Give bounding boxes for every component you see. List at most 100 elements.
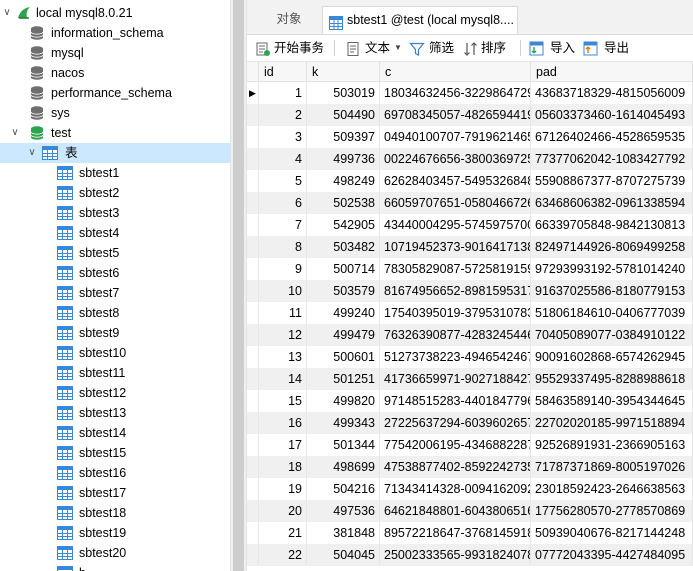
column-header-k[interactable]: k: [307, 62, 380, 82]
table-row[interactable]: 5 498249 62628403457-5495326848 55908867377…: [247, 170, 693, 192]
cell-c[interactable]: 27225637294-6039602657: [380, 412, 531, 434]
tree-table-sbtest13[interactable]: sbtest13: [0, 403, 230, 423]
cell-id[interactable]: 21: [259, 522, 307, 544]
tree-database-mysql[interactable]: mysql: [0, 43, 230, 63]
column-header-pad[interactable]: pad: [531, 62, 693, 82]
cell-pad[interactable]: 55908867377-8707275739: [531, 170, 693, 192]
tree-table-sbtest6[interactable]: sbtest6: [0, 263, 230, 283]
collapse-arrow-icon[interactable]: ∨: [27, 143, 37, 163]
cell-c[interactable]: 43440004295-5745975700: [380, 214, 531, 236]
cell-k[interactable]: 499479: [307, 324, 380, 346]
cell-pad[interactable]: 91637025586-8180779153: [531, 280, 693, 302]
row-marker[interactable]: [247, 324, 259, 346]
tree-table-sbtest10[interactable]: sbtest10: [0, 343, 230, 363]
row-marker[interactable]: [247, 456, 259, 478]
cell-id[interactable]: 5: [259, 170, 307, 192]
cell-c[interactable]: 25002333565-9931824078: [380, 544, 531, 566]
table-row[interactable]: 19 504216 71343414328-0094162092 2301859242…: [247, 478, 693, 500]
table-row[interactable]: 6 502538 66059707651-0580466726 63468606382…: [247, 192, 693, 214]
tree-table-sbtest17[interactable]: sbtest17: [0, 483, 230, 503]
cell-id[interactable]: 8: [259, 236, 307, 258]
row-marker[interactable]: [247, 280, 259, 302]
cell-pad[interactable]: 07772043395-4427484095: [531, 544, 693, 566]
cell-id[interactable]: 15: [259, 390, 307, 412]
cell-pad[interactable]: 77377062042-1083427792: [531, 148, 693, 170]
row-marker[interactable]: [247, 236, 259, 258]
table-row[interactable]: ▶ 1 503019 18034632456-3229864729 4368371832…: [247, 82, 693, 104]
row-marker[interactable]: [247, 302, 259, 324]
table-row[interactable]: 15 499820 97148515283-4401847796 5846358914…: [247, 390, 693, 412]
cell-pad[interactable]: 17756280570-2778570869: [531, 500, 693, 522]
table-row[interactable]: 4 499736 00224676656-3800369725 77377062042…: [247, 148, 693, 170]
cell-id[interactable]: 16: [259, 412, 307, 434]
cell-c[interactable]: 04940100707-7919621465: [380, 126, 531, 148]
cell-id[interactable]: 1: [259, 82, 307, 104]
row-marker[interactable]: [247, 214, 259, 236]
cell-k[interactable]: 499240: [307, 302, 380, 324]
table-row[interactable]: 10 503579 81674956652-8981595317 9163702558…: [247, 280, 693, 302]
tree-database-test[interactable]: ∨ test: [0, 123, 230, 143]
row-marker[interactable]: [247, 434, 259, 456]
cell-c[interactable]: 89572218647-3768145918: [380, 522, 531, 544]
tree-database-sys[interactable]: sys: [0, 103, 230, 123]
table-row[interactable]: 20 497536 64621848801-6043806516 1775628057…: [247, 500, 693, 522]
row-marker[interactable]: [247, 258, 259, 280]
cell-pad[interactable]: 95529337495-8288988618: [531, 368, 693, 390]
cell-c[interactable]: 10719452373-9016417138: [380, 236, 531, 258]
table-row[interactable]: 22 504045 25002333565-9931824078 0777204339…: [247, 544, 693, 566]
cell-id[interactable]: 10: [259, 280, 307, 302]
cell-k[interactable]: 503482: [307, 236, 380, 258]
cell-pad[interactable]: 71787371869-8005197026: [531, 456, 693, 478]
cell-c[interactable]: 17540395019-3795310783: [380, 302, 531, 324]
cell-k[interactable]: 500601: [307, 346, 380, 368]
tree-table-sbtest11[interactable]: sbtest11: [0, 363, 230, 383]
row-marker[interactable]: ▶: [247, 82, 259, 104]
row-marker[interactable]: [247, 544, 259, 566]
navigation-tree[interactable]: ∨ local mysql8.0.21 information_schema my…: [0, 0, 230, 571]
cell-k[interactable]: 497536: [307, 500, 380, 522]
cell-k[interactable]: 498699: [307, 456, 380, 478]
cell-c[interactable]: 18034632456-3229864729: [380, 82, 531, 104]
cell-c[interactable]: 76326390877-4283245446: [380, 324, 531, 346]
row-marker[interactable]: [247, 126, 259, 148]
cell-pad[interactable]: 90091602868-6574262945: [531, 346, 693, 368]
tree-table-sbtest4[interactable]: sbtest4: [0, 223, 230, 243]
tree-database-performance-schema[interactable]: performance_schema: [0, 83, 230, 103]
row-marker[interactable]: [247, 346, 259, 368]
cell-pad[interactable]: 82497144926-8069499258: [531, 236, 693, 258]
cell-k[interactable]: 499736: [307, 148, 380, 170]
cell-id[interactable]: 17: [259, 434, 307, 456]
cell-k[interactable]: 504216: [307, 478, 380, 500]
row-marker[interactable]: [247, 500, 259, 522]
tab-sbtest1[interactable]: sbtest1 @test (local mysql8....: [322, 6, 518, 34]
cell-c[interactable]: 41736659971-9027188427: [380, 368, 531, 390]
tree-table-sbtest14[interactable]: sbtest14: [0, 423, 230, 443]
cell-id[interactable]: 22: [259, 544, 307, 566]
tree-table-sbtest7[interactable]: sbtest7: [0, 283, 230, 303]
cell-pad[interactable]: 23018592423-2646638563: [531, 478, 693, 500]
row-marker[interactable]: [247, 148, 259, 170]
cell-c[interactable]: 62628403457-5495326848: [380, 170, 531, 192]
cell-pad[interactable]: 43683718329-4815056009: [531, 82, 693, 104]
cell-id[interactable]: 7: [259, 214, 307, 236]
tree-table-sbtest12[interactable]: sbtest12: [0, 383, 230, 403]
tree-connection[interactable]: ∨ local mysql8.0.21: [0, 3, 230, 23]
cell-k[interactable]: 503579: [307, 280, 380, 302]
cell-id[interactable]: 13: [259, 346, 307, 368]
table-row[interactable]: 16 499343 27225637294-6039602657 2270202018…: [247, 412, 693, 434]
cell-pad[interactable]: 50939040676-8217144248: [531, 522, 693, 544]
table-row[interactable]: 14 501251 41736659971-9027188427 9552933749…: [247, 368, 693, 390]
table-row[interactable]: 3 509397 04940100707-7919621465 67126402466…: [247, 126, 693, 148]
cell-id[interactable]: 20: [259, 500, 307, 522]
cell-id[interactable]: 6: [259, 192, 307, 214]
row-marker[interactable]: [247, 412, 259, 434]
row-marker[interactable]: [247, 192, 259, 214]
dropdown-arrow-icon[interactable]: ▼: [394, 35, 402, 61]
tree-scrollbar[interactable]: [230, 0, 247, 571]
row-marker[interactable]: [247, 170, 259, 192]
cell-k[interactable]: 501344: [307, 434, 380, 456]
tree-table-sbtest9[interactable]: sbtest9: [0, 323, 230, 343]
column-header-id[interactable]: id: [259, 62, 307, 82]
cell-pad[interactable]: 70405089077-0384910122: [531, 324, 693, 346]
tree-table-sbtest18[interactable]: sbtest18: [0, 503, 230, 523]
